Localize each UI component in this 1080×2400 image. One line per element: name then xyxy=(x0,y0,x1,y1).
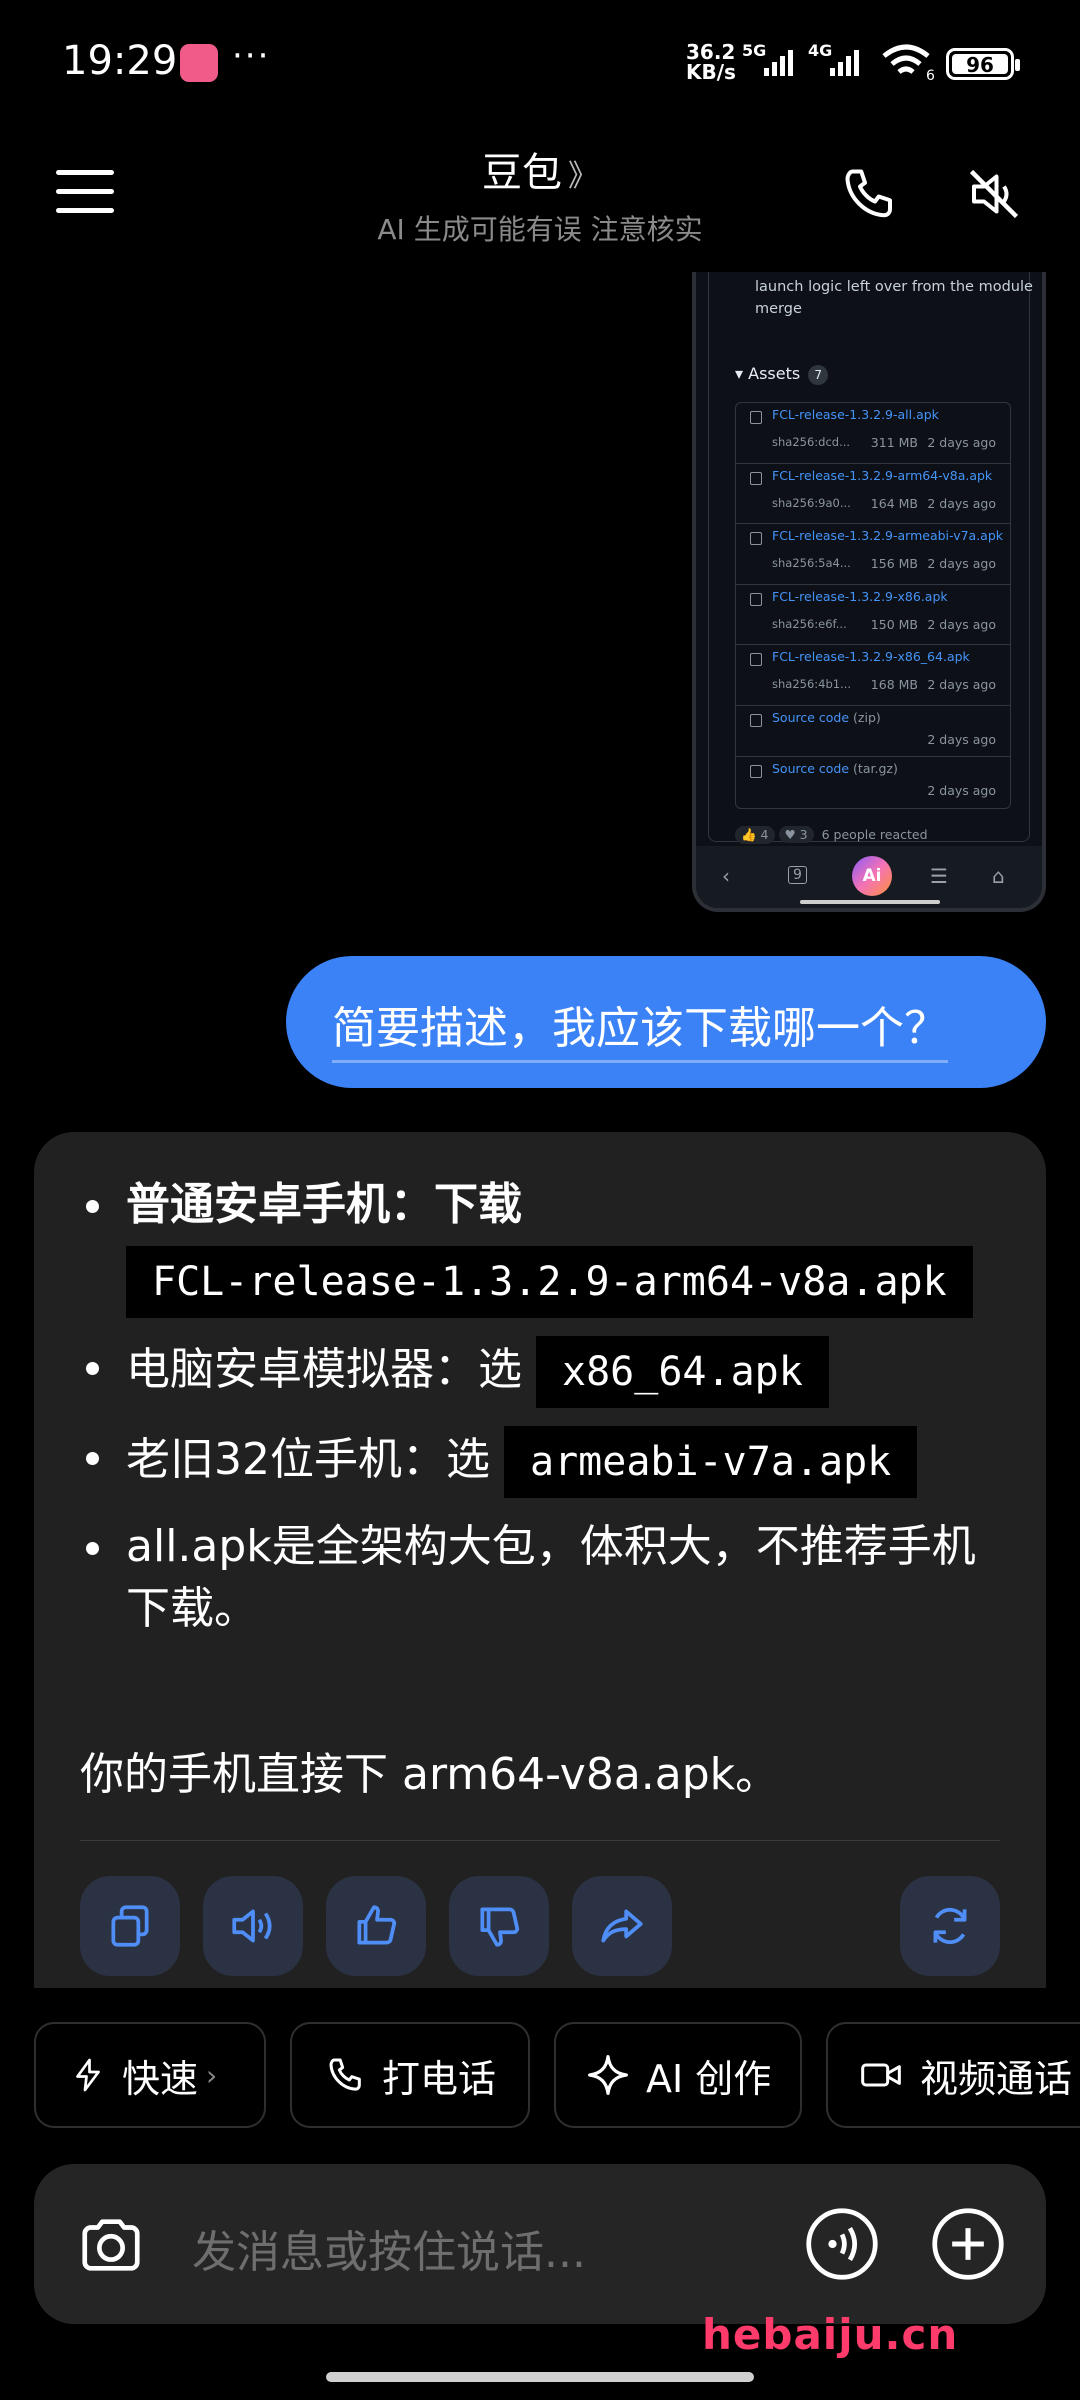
chat-title[interactable]: 豆包》 AI 生成可能有误 注意核实 xyxy=(300,140,780,248)
file-zip-icon xyxy=(750,713,762,727)
inline-code: FCL-release-1.3.2.9-arm64-v8a.apk xyxy=(126,1246,973,1318)
ai-icon: Ai xyxy=(852,856,892,896)
chevron-right-icon: 》 xyxy=(568,159,598,194)
assets-count-badge: 7 xyxy=(808,365,829,385)
list-item: 老旧32位手机：选 armeabi-v7a.apk xyxy=(80,1426,1010,1498)
message-input[interactable]: 发消息或按住说话... xyxy=(192,2216,586,2280)
refresh-icon xyxy=(933,1907,967,1945)
bolt-icon xyxy=(76,2058,100,2092)
voice-input-icon[interactable] xyxy=(804,2206,880,2282)
camera-icon[interactable] xyxy=(76,2210,146,2280)
message-input-bar[interactable]: 发消息或按住说话... xyxy=(34,2164,1046,2324)
clock: 19:29 xyxy=(62,38,178,84)
back-icon: ‹ xyxy=(722,864,730,888)
copy-button[interactable] xyxy=(80,1876,180,1976)
share-arrow-icon xyxy=(601,1909,643,1943)
tabs-icon: 9 xyxy=(788,866,807,884)
thumbs-down-icon xyxy=(480,1907,520,1947)
shared-screenshot[interactable]: launch logic left over from the module m… xyxy=(692,272,1046,912)
package-icon xyxy=(750,411,762,424)
signal-5g-icon: 5G xyxy=(742,42,793,76)
bot-name[interactable]: 豆包 xyxy=(482,150,562,196)
like-button[interactable] xyxy=(326,1876,426,1976)
package-icon xyxy=(750,471,762,485)
asset-row: FCL-release-1.3.2.9-x86_64.apk sha256:4b… xyxy=(736,645,1010,706)
add-attachment-icon[interactable] xyxy=(930,2206,1006,2282)
package-icon xyxy=(750,592,762,606)
signal-4g-icon: 4G xyxy=(808,42,859,76)
screenshot-nav-bar: ‹ 9 Ai ☰ ⌂ xyxy=(696,846,1042,908)
list-item: 普通安卓手机：下载 FCL-release-1.3.2.9-arm64-v8a.… xyxy=(80,1174,1010,1318)
file-zip-icon xyxy=(750,764,762,778)
inline-code: armeabi-v7a.apk xyxy=(504,1426,918,1498)
sparkle-icon xyxy=(588,2055,628,2095)
status-bar: 19:29 ··· 36.2 KB/s 5G 4G 6 96 xyxy=(0,0,1080,130)
home-indicator[interactable] xyxy=(326,2372,754,2382)
ai-create-chip[interactable]: AI 创作 xyxy=(554,2022,802,2128)
watermark: hebaiju.cn xyxy=(702,2310,959,2359)
video-call-chip[interactable]: 视频通话 xyxy=(826,2022,1080,2128)
assets-list: FCL-release-1.3.2.9-all.apk sha256:dcd..… xyxy=(735,402,1011,809)
more-notifications-icon: ··· xyxy=(232,36,271,76)
list-item: all.apk是全架构大包，体积大，不推荐手机下载。 xyxy=(80,1516,1010,1640)
dislike-button[interactable] xyxy=(449,1876,549,1976)
asset-row: FCL-release-1.3.2.9-x86.apk sha256:e6f..… xyxy=(736,585,1010,645)
package-icon xyxy=(750,653,762,666)
source-row: Source code (zip) 2 days ago xyxy=(736,706,1010,757)
battery-icon: 96 xyxy=(946,48,1020,80)
user-message-bubble[interactable]: 简要描述，我应该下载哪一个？ xyxy=(286,956,1046,1088)
thumbs-up-icon xyxy=(357,1905,397,1945)
reactions: 👍 4 ♥ 3 6 people reacted xyxy=(735,826,928,844)
network-speed: 36.2 KB/s xyxy=(686,40,736,84)
list-item: 电脑安卓模拟器：选 x86_64.apk xyxy=(80,1336,1010,1408)
fast-mode-chip[interactable]: 快速 › xyxy=(34,2022,266,2128)
user-message-text: 简要描述，我应该下载哪一个？ xyxy=(332,992,948,1063)
phone-call-icon[interactable] xyxy=(840,164,900,224)
speaker-icon xyxy=(232,1909,272,1943)
call-chip[interactable]: 打电话 xyxy=(290,2022,530,2128)
inline-code: x86_64.apk xyxy=(536,1336,829,1408)
asset-row: FCL-release-1.3.2.9-armeabi-v7a.apk sha2… xyxy=(736,524,1010,585)
asset-row: FCL-release-1.3.2.9-arm64-v8a.apk sha256… xyxy=(736,464,1010,524)
ai-disclaimer: AI 生成可能有误 注意核实 xyxy=(377,213,703,246)
share-button[interactable] xyxy=(572,1876,672,1976)
video-icon xyxy=(861,2063,901,2087)
asset-row: FCL-release-1.3.2.9-all.apk sha256:dcd..… xyxy=(736,403,1010,464)
menu-icon[interactable] xyxy=(56,170,114,214)
release-note-text: launch logic left over from the module m… xyxy=(755,279,1033,317)
speaker-muted-icon[interactable] xyxy=(964,164,1024,224)
bilibili-notification-icon xyxy=(180,44,218,82)
source-row: Source code (tar.gz) 2 days ago xyxy=(736,757,1010,808)
assistant-reply-card: 普通安卓手机：下载 FCL-release-1.3.2.9-arm64-v8a.… xyxy=(34,1132,1046,1988)
quick-actions: 快速 › 打电话 AI 创作 视频通话 xyxy=(0,2022,1080,2128)
reply-summary: 你的手机直接下 arm64-v8a.apk。 xyxy=(80,1749,780,1800)
assets-heading: ▾ Assets 7 xyxy=(735,364,829,385)
home-icon: ⌂ xyxy=(992,864,1005,888)
chat-header: 豆包》 AI 生成可能有误 注意核实 xyxy=(0,130,1080,270)
phone-icon xyxy=(329,2058,361,2091)
wifi-icon: 6 xyxy=(882,44,935,82)
release-panel: launch logic left over from the module m… xyxy=(708,272,1033,844)
read-aloud-button[interactable] xyxy=(203,1876,303,1976)
package-icon xyxy=(750,532,762,545)
reply-list: 普通安卓手机：下载 FCL-release-1.3.2.9-arm64-v8a.… xyxy=(80,1174,1010,1658)
regenerate-button[interactable] xyxy=(900,1876,1000,1976)
svg-text:5G: 5G xyxy=(742,42,766,60)
menu-icon: ☰ xyxy=(930,864,948,888)
svg-text:4G: 4G xyxy=(808,42,832,60)
copy-icon xyxy=(111,1905,149,1947)
svg-text:6: 6 xyxy=(926,68,935,82)
